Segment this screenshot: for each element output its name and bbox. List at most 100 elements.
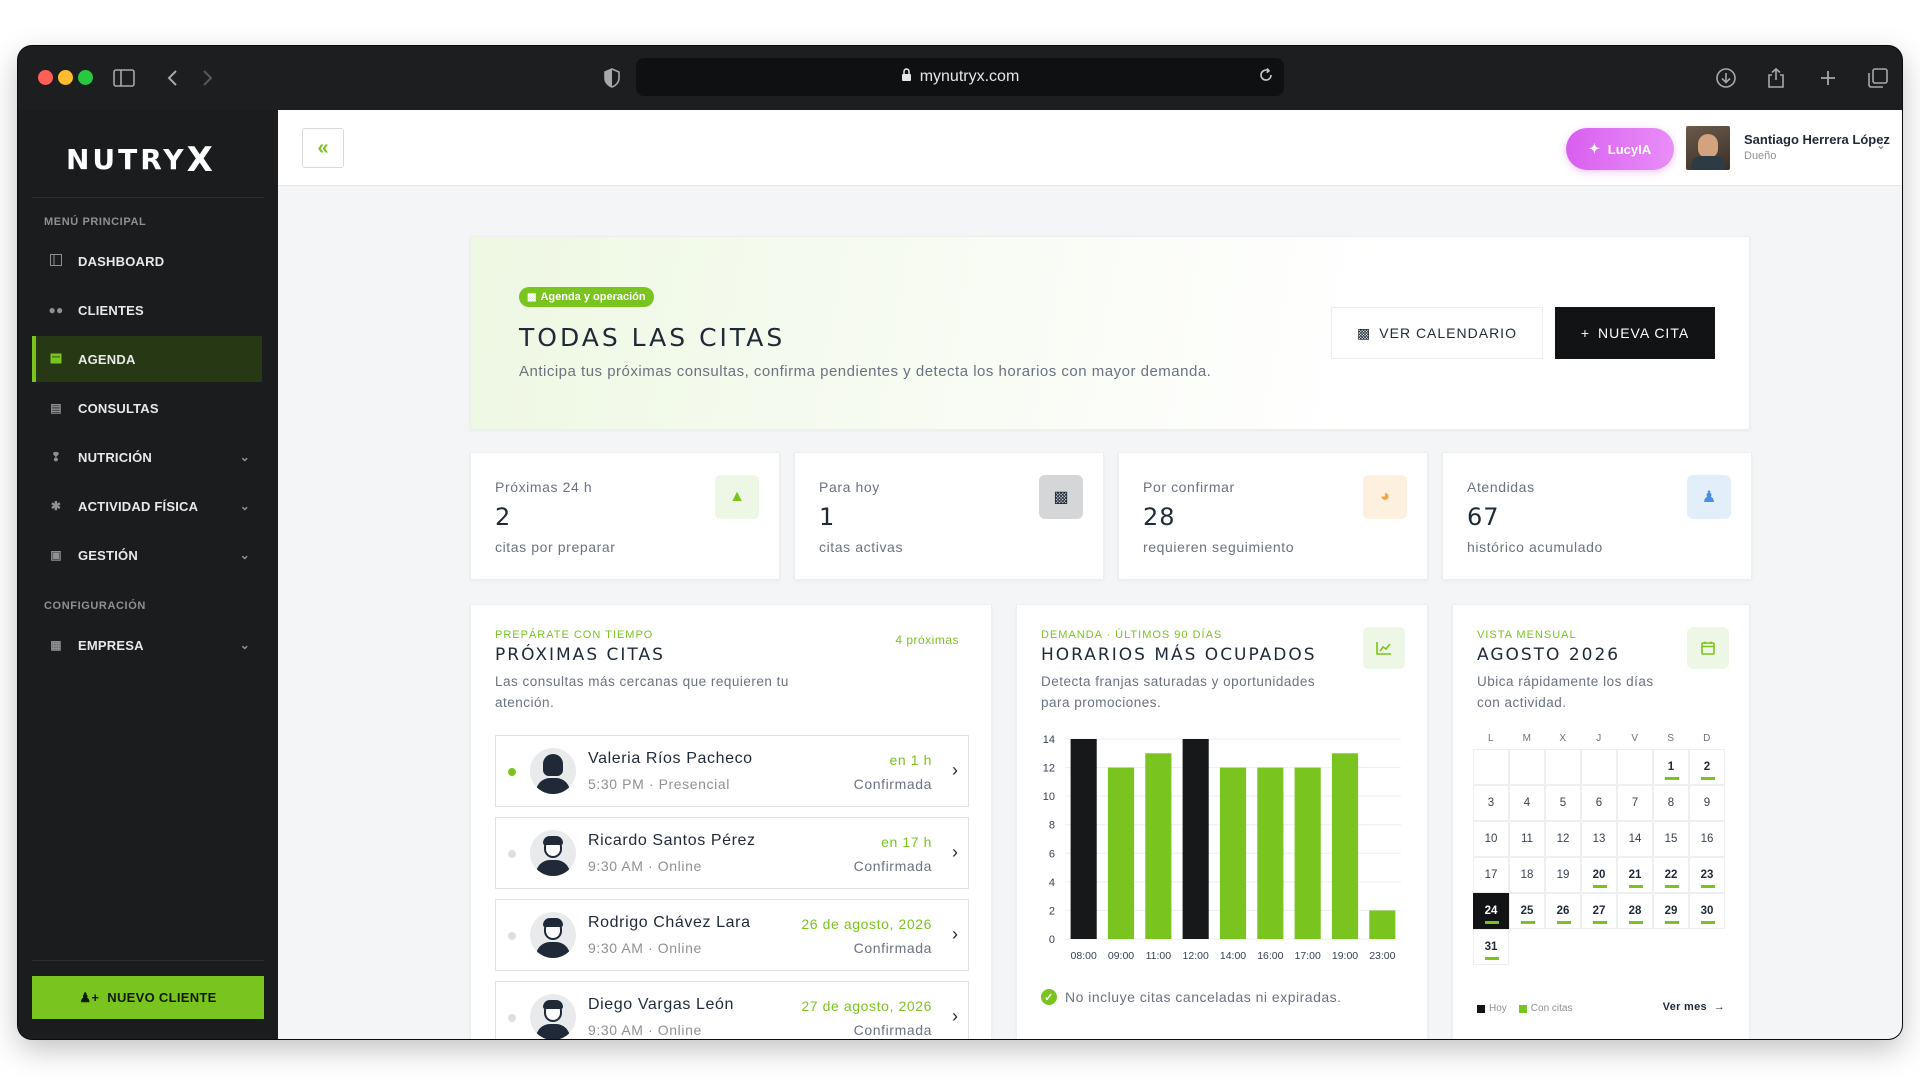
tabs-overview-icon[interactable]: [1864, 64, 1892, 92]
calendar-day-15[interactable]: 15: [1653, 821, 1689, 857]
appointment-row[interactable]: Ricardo Santos Pérez 9:30 AM · Online en…: [495, 817, 969, 889]
appointment-status: Confirmada: [853, 776, 932, 792]
new-tab-icon[interactable]: [1814, 64, 1842, 92]
user-name[interactable]: Santiago Herrera López: [1744, 132, 1890, 147]
calendar-day-3[interactable]: 3: [1473, 785, 1509, 821]
reload-icon[interactable]: [1258, 67, 1274, 88]
new-client-button[interactable]: ♟+ NUEVO CLIENTE: [32, 976, 264, 1019]
new-appointment-button[interactable]: + NUEVA CITA: [1555, 307, 1715, 359]
close-window-button[interactable]: [38, 70, 53, 85]
chevron-right-icon[interactable]: ›: [952, 760, 958, 781]
calendar-day-22[interactable]: 22: [1653, 857, 1689, 893]
lucy-ai-button[interactable]: ✦ LucyIA: [1566, 128, 1674, 170]
sidebar-item-nutricion[interactable]: ❢ NUTRICIÓN ⌄: [32, 434, 262, 480]
page-subtitle: Anticipa tus próximas consultas, confirm…: [519, 363, 1212, 380]
bar-12:00[interactable]: [1182, 739, 1209, 939]
calendar-day-11[interactable]: 11: [1509, 821, 1545, 857]
forward-icon[interactable]: [194, 64, 222, 92]
calendar-day-29[interactable]: 29: [1653, 893, 1689, 929]
calendar-day-2[interactable]: 2: [1689, 749, 1725, 785]
collapse-sidebar-button[interactable]: «: [302, 128, 344, 168]
calendar-day-9[interactable]: 9: [1689, 785, 1725, 821]
share-icon[interactable]: [1762, 64, 1790, 92]
calendar-day-18[interactable]: 18: [1509, 857, 1545, 893]
browser-window: mynutryx.com NUTRYX MENÚ PRINCIPAL DASHB…: [18, 46, 1902, 1039]
stat-desc: requieren seguimiento: [1143, 539, 1295, 555]
sidebar-item-clientes[interactable]: ●● CLIENTES: [32, 287, 262, 333]
bar-17:00[interactable]: [1294, 767, 1321, 939]
calendar-day-12[interactable]: 12: [1545, 821, 1581, 857]
bar-16:00[interactable]: [1257, 767, 1284, 939]
calendar-day-1[interactable]: 1: [1653, 749, 1689, 785]
bar-08:00[interactable]: [1070, 739, 1097, 939]
avatar: [530, 748, 576, 794]
user-role: Dueño: [1744, 150, 1777, 162]
download-icon[interactable]: [1712, 64, 1740, 92]
clock-icon: ◕: [1363, 475, 1407, 519]
chevron-right-icon[interactable]: ›: [952, 1006, 958, 1027]
calendar-day-4[interactable]: 4: [1509, 785, 1545, 821]
calendar-day-6[interactable]: 6: [1581, 785, 1617, 821]
calendar-day-16[interactable]: 16: [1689, 821, 1725, 857]
sidebar-item-label: CONSULTAS: [78, 400, 159, 416]
calendar-day-25[interactable]: 25: [1509, 893, 1545, 929]
minimize-window-button[interactable]: [58, 70, 73, 85]
zoom-window-button[interactable]: [78, 70, 93, 85]
subtitle-line: con actividad.: [1477, 695, 1567, 710]
busy-hours-panel: DEMANDA · ÚLTIMOS 90 DÍAS HORARIOS MÁS O…: [1016, 604, 1428, 1039]
chevron-right-icon[interactable]: ›: [952, 924, 958, 945]
appointment-when: en 17 h: [881, 834, 932, 850]
calendar-day-7[interactable]: 7: [1617, 785, 1653, 821]
sidebar-item-gestion[interactable]: ▣ GESTIÓN ⌄: [32, 532, 262, 578]
calendar-day-24[interactable]: 24: [1473, 893, 1509, 929]
avatar[interactable]: [1686, 126, 1730, 170]
bar-14:00[interactable]: [1219, 767, 1247, 939]
stat-label: Próximas 24 h: [495, 479, 593, 495]
clipboard-icon: ▤: [50, 401, 62, 415]
calendar-day-23[interactable]: 23: [1689, 857, 1725, 893]
sidebar-toggle-icon[interactable]: [110, 64, 138, 92]
lucy-label: LucyIA: [1607, 141, 1652, 157]
sidebar-item-empresa[interactable]: ▦ EMPRESA ⌄: [32, 622, 262, 668]
back-icon[interactable]: [158, 64, 186, 92]
calendar-day-17[interactable]: 17: [1473, 857, 1509, 893]
shield-icon[interactable]: [598, 64, 626, 92]
see-month-link[interactable]: Ver mes →: [1663, 1001, 1725, 1013]
sidebar-item-label: CLIENTES: [78, 302, 144, 318]
chevron-right-icon[interactable]: ›: [952, 842, 958, 863]
calendar-empty-cell: [1473, 749, 1509, 785]
bar-23:00[interactable]: [1369, 910, 1396, 939]
calendar-day-27[interactable]: 27: [1581, 893, 1617, 929]
calendar-day-20[interactable]: 20: [1581, 857, 1617, 893]
calendar-day-31[interactable]: 31: [1473, 929, 1509, 965]
logo-text: NUTRY: [66, 143, 187, 176]
calendar-day-13[interactable]: 13: [1581, 821, 1617, 857]
calendar-day-28[interactable]: 28: [1617, 893, 1653, 929]
sidebar-item-dashboard[interactable]: DASHBOARD: [32, 238, 262, 284]
calendar-day-5[interactable]: 5: [1545, 785, 1581, 821]
calendar-day-26[interactable]: 26: [1545, 893, 1581, 929]
panel-eyebrow: PREPÁRATE CON TIEMPO: [495, 629, 654, 641]
chart-note-text: No incluye citas canceladas ni expiradas…: [1065, 989, 1342, 1005]
panel-title: AGOSTO 2026: [1477, 645, 1621, 665]
bar-11:00[interactable]: [1145, 753, 1172, 939]
view-calendar-button[interactable]: ▩ VER CALENDARIO: [1331, 307, 1543, 359]
sidebar-item-actividad-fisica[interactable]: ✱ ACTIVIDAD FÍSICA ⌄: [32, 483, 262, 529]
chevron-down-icon[interactable]: ⌄: [1876, 138, 1886, 152]
calendar-day-30[interactable]: 30: [1689, 893, 1725, 929]
appointment-row[interactable]: Valeria Ríos Pacheco 5:30 PM · Presencia…: [495, 735, 969, 807]
new-client-label: NUEVO CLIENTE: [107, 990, 217, 1005]
bar-19:00[interactable]: [1331, 753, 1359, 939]
sidebar-item-consultas[interactable]: ▤ CONSULTAS: [32, 385, 262, 431]
calendar-day-14[interactable]: 14: [1617, 821, 1653, 857]
bar-09:00[interactable]: [1107, 767, 1135, 939]
appointment-row[interactable]: Rodrigo Chávez Lara 9:30 AM · Online 26 …: [495, 899, 969, 971]
calendar-day-19[interactable]: 19: [1545, 857, 1581, 893]
address-bar[interactable]: mynutryx.com: [636, 58, 1284, 96]
calendar-day-8[interactable]: 8: [1653, 785, 1689, 821]
calendar-day-21[interactable]: 21: [1617, 857, 1653, 893]
appointment-row[interactable]: Diego Vargas León 9:30 AM · Online 27 de…: [495, 981, 969, 1039]
app-logo[interactable]: NUTRYX: [66, 138, 216, 180]
sidebar-item-agenda[interactable]: AGENDA: [32, 336, 262, 382]
calendar-day-10[interactable]: 10: [1473, 821, 1509, 857]
